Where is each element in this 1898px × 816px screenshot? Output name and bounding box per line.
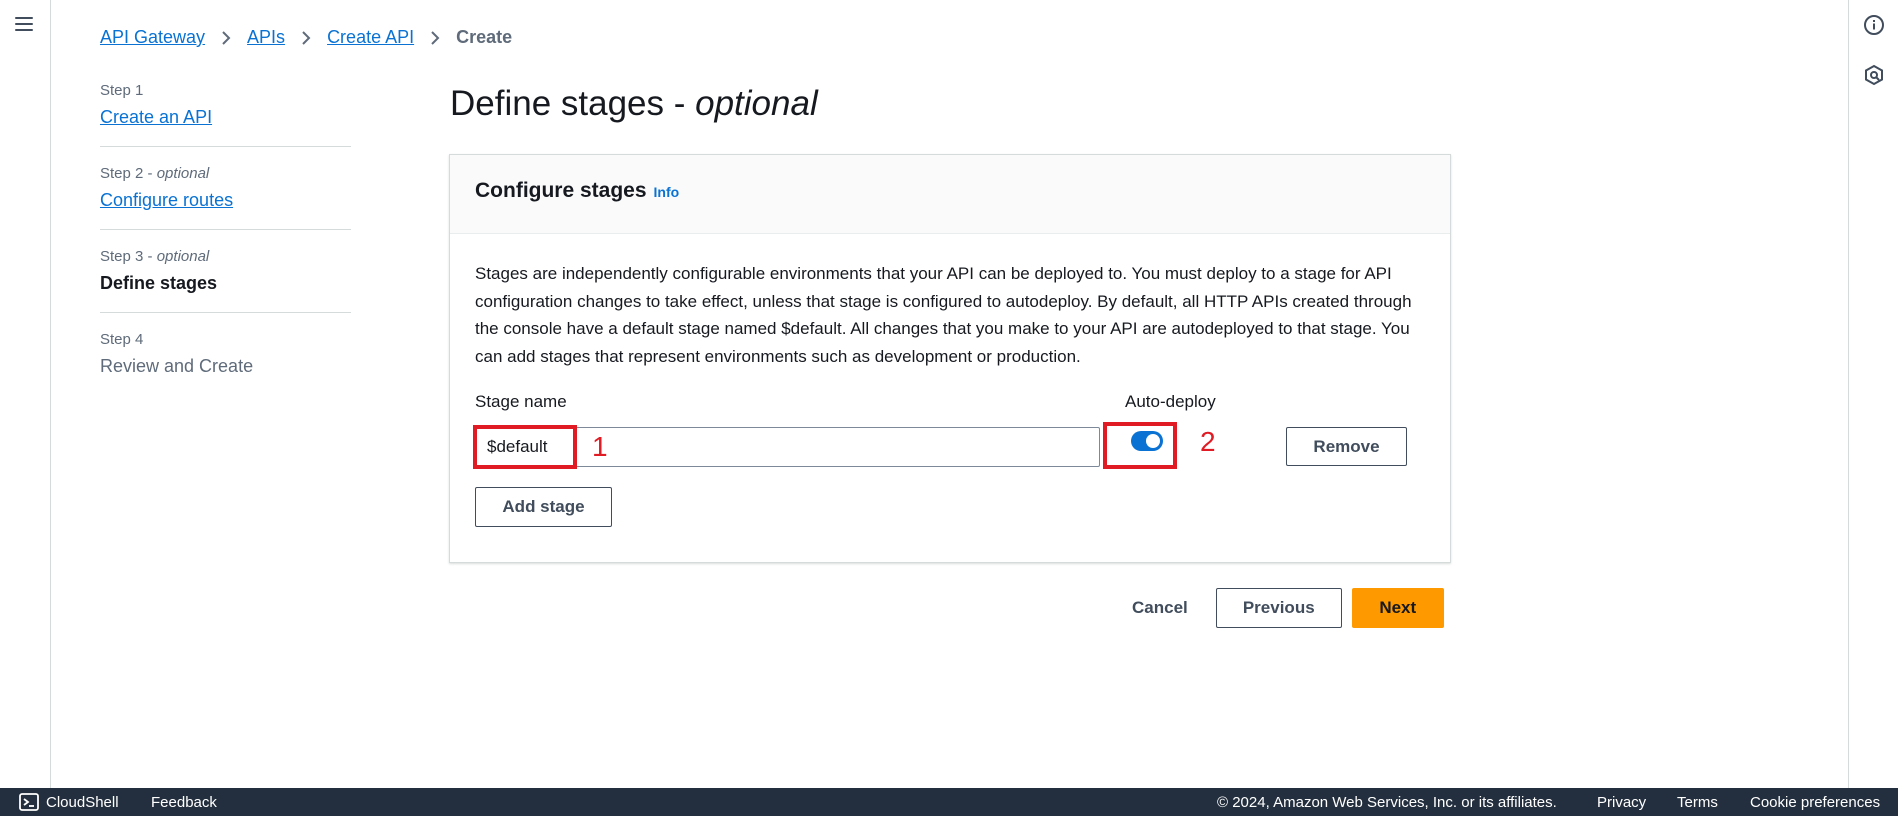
step-current-define-stages: Define stages: [100, 273, 218, 293]
right-tools-rail: [1848, 0, 1898, 788]
step-number: Step 1: [100, 82, 144, 99]
stage-row: 1 2 Remove: [473, 422, 1425, 487]
hamburger-menu-icon[interactable]: [15, 17, 33, 33]
chevron-right-icon: [222, 30, 231, 45]
annotation-label-2: 2: [1200, 426, 1216, 457]
breadcrumb-current: Create: [456, 27, 513, 47]
step-number: Step 2 - optional: [100, 165, 210, 182]
add-stage-button[interactable]: Add stage: [475, 487, 612, 527]
terminal-icon[interactable]: [19, 793, 39, 811]
container-body: Stages are independently configurable en…: [450, 234, 1450, 553]
privacy-link[interactable]: Privacy: [1597, 794, 1646, 811]
breadcrumb-apis[interactable]: APIs: [247, 27, 285, 48]
page-title: Define stages - optional: [450, 84, 818, 123]
annotation-label-1: 1: [592, 431, 608, 462]
stages-description: Stages are independently configurable en…: [475, 264, 1412, 366]
wizard-actions: Cancel Previous Next: [1110, 588, 1444, 628]
next-button[interactable]: Next: [1351, 588, 1444, 628]
auto-deploy-toggle[interactable]: [1131, 431, 1163, 451]
stage-name-input[interactable]: [475, 427, 1100, 467]
step-number: Step 3 - optional: [100, 248, 210, 265]
chevron-right-icon: [302, 30, 311, 45]
step-review-and-create: Review and Create: [100, 356, 254, 376]
app-root: API Gateway APIs Create API Create Step …: [0, 0, 1898, 816]
auto-deploy-label: Auto-deploy: [1125, 392, 1216, 411]
breadcrumb-create-api[interactable]: Create API: [327, 27, 414, 48]
wizard-step-4: Step 4 Review and Create: [100, 331, 351, 395]
step-number: Step 4: [100, 331, 144, 348]
cancel-button[interactable]: Cancel: [1110, 588, 1210, 628]
wizard-step-3: Step 3 - optional Define stages: [100, 248, 351, 313]
left-navigation-rail: [0, 0, 51, 788]
remove-stage-button[interactable]: Remove: [1286, 427, 1407, 466]
wizard-step-2: Step 2 - optional Configure routes: [100, 165, 351, 230]
cookie-preferences-link[interactable]: Cookie preferences: [1750, 794, 1880, 811]
field-labels: Stage name Auto-deploy: [475, 392, 1425, 422]
info-circle-icon[interactable]: [1863, 14, 1885, 36]
chevron-right-icon: [431, 30, 440, 45]
container-title: Configure stages: [475, 179, 647, 202]
stage-name-label: Stage name: [475, 392, 567, 411]
container-header: Configure stages Info: [450, 155, 1450, 234]
breadcrumb-api-gateway[interactable]: API Gateway: [100, 27, 205, 48]
copyright-text: © 2024, Amazon Web Services, Inc. or its…: [1217, 794, 1557, 811]
previous-button[interactable]: Previous: [1215, 588, 1342, 628]
hexagon-badge-icon[interactable]: [1863, 64, 1885, 86]
toggle-knob: [1146, 434, 1160, 448]
console-footer: CloudShell Feedback © 2024, Amazon Web S…: [0, 788, 1898, 816]
breadcrumb: API Gateway APIs Create API Create: [100, 27, 512, 48]
info-link[interactable]: Info: [654, 184, 680, 200]
terms-link[interactable]: Terms: [1677, 794, 1718, 811]
wizard-steps: Step 1 Create an API Step 2 - optional C…: [100, 82, 351, 413]
cloudshell-link[interactable]: CloudShell: [46, 794, 119, 811]
step-link-configure-routes[interactable]: Configure routes: [100, 190, 351, 211]
feedback-link[interactable]: Feedback: [151, 794, 217, 811]
wizard-step-1: Step 1 Create an API: [100, 82, 351, 147]
step-link-create-api[interactable]: Create an API: [100, 107, 351, 128]
configure-stages-container: Configure stages Info Stages are indepen…: [449, 154, 1451, 563]
